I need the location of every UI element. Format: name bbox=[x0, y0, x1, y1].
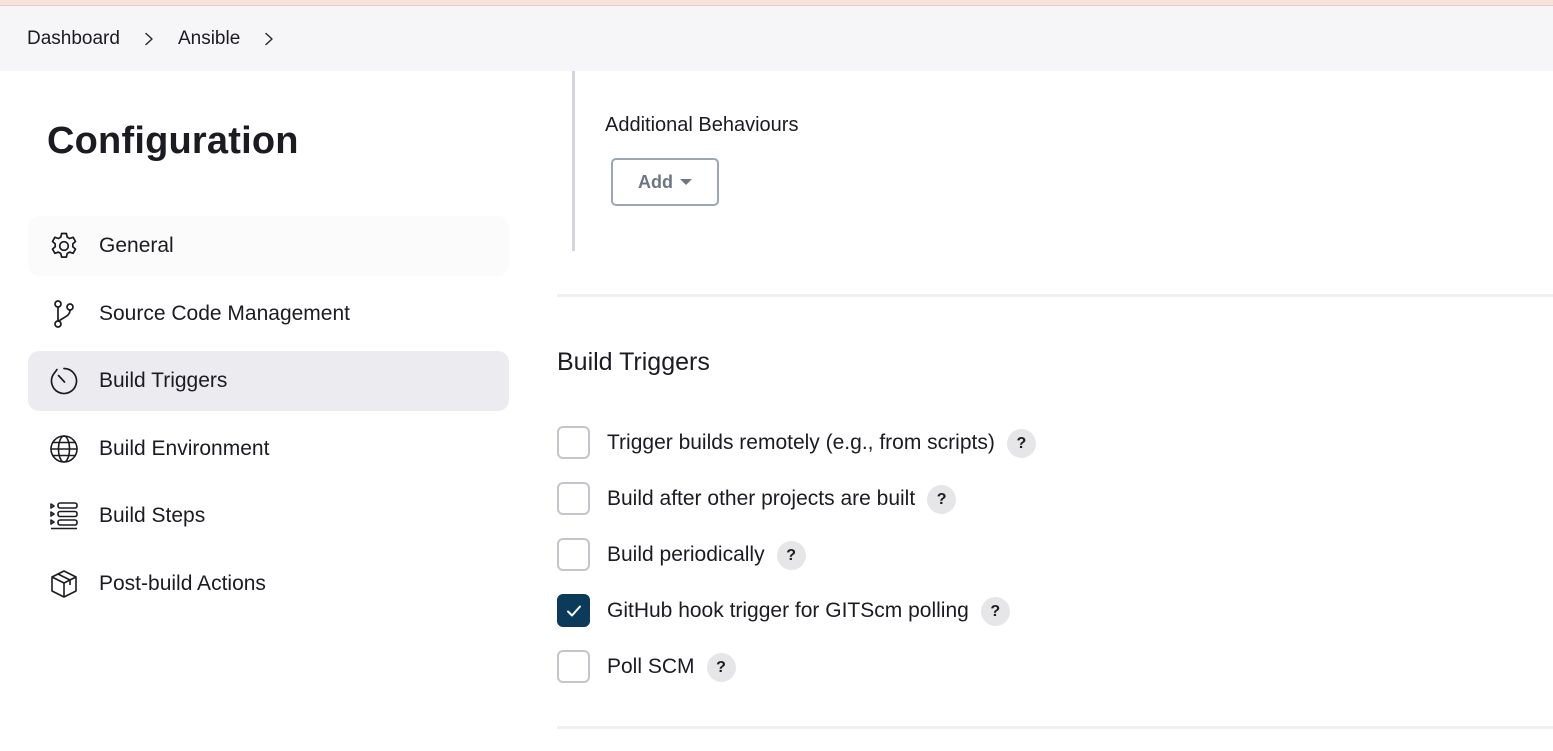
trigger-after-other-checkbox[interactable] bbox=[557, 482, 590, 515]
trigger-poll-scm-checkbox[interactable] bbox=[557, 650, 590, 683]
trigger-option-after-other-projects: Build after other projects are built ? bbox=[557, 482, 1036, 538]
breadcrumb-ansible-link[interactable]: Ansible bbox=[178, 28, 240, 50]
trigger-github-hook-checkbox[interactable] bbox=[557, 594, 590, 627]
trigger-option-periodically: Build periodically ? bbox=[557, 538, 1036, 594]
chevron-right-icon[interactable] bbox=[120, 32, 178, 46]
section-divider bbox=[557, 294, 1553, 297]
sidebar-item-source-code-management[interactable]: Source Code Management bbox=[28, 284, 509, 344]
section-rail bbox=[572, 71, 575, 251]
git-branch-icon bbox=[46, 296, 82, 332]
breadcrumb: Dashboard Ansible bbox=[0, 6, 1553, 71]
trigger-option-github-hook: GitHub hook trigger for GITScm polling ? bbox=[557, 594, 1036, 650]
sidebar-item-label: Build Environment bbox=[99, 436, 270, 460]
sidebar-item-general[interactable]: General bbox=[28, 216, 509, 276]
sidebar-item-build-environment[interactable]: Build Environment bbox=[28, 419, 509, 479]
globe-icon bbox=[46, 431, 82, 467]
trigger-option-poll-scm: Poll SCM ? bbox=[557, 650, 1036, 706]
trigger-option-label[interactable]: Build periodically bbox=[607, 538, 765, 571]
sidebar-item-build-triggers[interactable]: Build Triggers bbox=[28, 351, 509, 411]
trigger-periodically-checkbox[interactable] bbox=[557, 538, 590, 571]
trigger-option-label[interactable]: Build after other projects are built bbox=[607, 482, 915, 515]
trigger-option-label[interactable]: GitHub hook trigger for GITScm polling bbox=[607, 594, 969, 627]
breadcrumb-dashboard-link[interactable]: Dashboard bbox=[27, 28, 120, 50]
help-icon[interactable]: ? bbox=[980, 597, 1010, 626]
timer-icon bbox=[46, 363, 82, 399]
sidebar-item-label: Post-build Actions bbox=[99, 571, 266, 595]
gear-icon bbox=[46, 228, 82, 264]
chevron-right-icon[interactable] bbox=[240, 32, 298, 46]
package-icon bbox=[46, 566, 82, 602]
page-title: Configuration bbox=[47, 120, 299, 162]
sidebar-item-post-build-actions[interactable]: Post-build Actions bbox=[28, 554, 509, 614]
sidebar-item-label: Source Code Management bbox=[99, 301, 350, 325]
additional-behaviours-label: Additional Behaviours bbox=[605, 114, 799, 136]
sidebar-item-label: General bbox=[99, 234, 174, 257]
sidebar-item-label: Build Triggers bbox=[99, 369, 228, 392]
section-divider bbox=[557, 726, 1553, 729]
trigger-option-label[interactable]: Poll SCM bbox=[607, 650, 695, 683]
sidebar-item-build-steps[interactable]: Build Steps bbox=[28, 486, 509, 546]
help-icon[interactable]: ? bbox=[927, 485, 957, 514]
build-triggers-heading: Build Triggers bbox=[557, 348, 710, 376]
sidebar-item-label: Build Steps bbox=[99, 504, 206, 527]
help-icon[interactable]: ? bbox=[1006, 429, 1036, 458]
add-behaviour-button[interactable]: Add bbox=[611, 158, 719, 206]
list-steps-icon bbox=[46, 498, 82, 534]
trigger-option-label[interactable]: Trigger builds remotely (e.g., from scri… bbox=[607, 426, 995, 459]
caret-down-icon bbox=[680, 179, 692, 185]
sidebar-nav: General Source Code Management Build Tri… bbox=[28, 216, 509, 621]
add-button-label: Add bbox=[638, 171, 673, 192]
build-triggers-list: Trigger builds remotely (e.g., from scri… bbox=[557, 426, 1036, 706]
help-icon[interactable]: ? bbox=[706, 653, 736, 682]
help-icon[interactable]: ? bbox=[776, 541, 806, 570]
checkmark-icon bbox=[566, 605, 581, 616]
trigger-remote-checkbox[interactable] bbox=[557, 426, 590, 459]
trigger-option-remote: Trigger builds remotely (e.g., from scri… bbox=[557, 426, 1036, 482]
